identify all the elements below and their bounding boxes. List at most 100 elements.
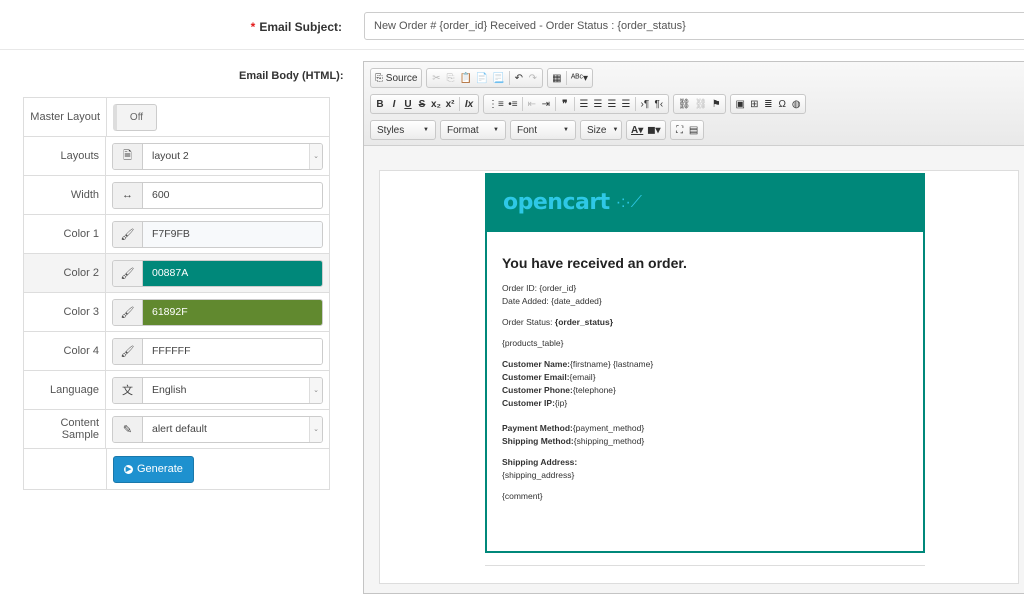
color1-value[interactable]: F7F9FB [143,221,322,247]
products-table-placeholder: {products_table} [502,338,564,348]
date-added-label: Date Added: [502,296,552,306]
width-value[interactable]: 600 [143,183,322,208]
indent-icon[interactable]: ⇥ [539,96,553,112]
customer-email-value: {email} [569,372,596,382]
undo-icon[interactable]: ↶ [512,70,526,86]
align-center-icon[interactable]: ☰ [591,96,605,112]
paste-icon[interactable]: 📋 [457,70,473,86]
payment-method-value: {payment_method} [572,423,645,433]
color2-input[interactable]: 🖌 00887A [112,259,323,287]
bg-color-icon[interactable]: ◼▾ [645,122,662,138]
bulleted-list-icon[interactable]: •≡ [506,96,520,112]
superscript-icon[interactable]: x² [443,96,457,112]
language-value: English [152,384,187,396]
text-color-icon[interactable]: A▾ [629,122,645,138]
outdent-icon[interactable]: ⇤ [525,96,539,112]
divider [485,565,925,566]
shipping-method-value: {shipping_method} [573,436,645,446]
language-select[interactable]: 文 English ⌄ [112,376,323,404]
copy-icon[interactable]: ⎘ [443,70,457,86]
styles-dropdown[interactable]: Styles ▼ [370,120,436,140]
content-sample-label: Content Sample [24,410,106,448]
width-input[interactable]: ↔ 600 [112,181,323,209]
bold-icon[interactable]: B [373,96,387,112]
content-sample-select[interactable]: ✎ alert default ⌄ [112,415,323,443]
brush-icon: 🖌 [113,299,143,325]
unlink-icon[interactable]: ⛓ [693,96,710,112]
paste-word-icon[interactable]: 📃 [490,70,506,86]
font-label: Font [517,124,538,136]
font-dropdown[interactable]: Font ▼ [510,120,576,140]
chevron-down-icon: ⌄ [313,152,319,160]
underline-icon[interactable]: U [401,96,415,112]
size-dropdown[interactable]: Size ▼ [580,120,622,140]
email-preview: opencart ·:·⟋ You have received an order… [485,173,925,553]
chevron-down-icon: ▼ [423,127,429,133]
chevron-down-icon: ▼ [563,127,569,133]
subscript-icon[interactable]: x₂ [429,96,443,112]
master-layout-toggle[interactable]: Off [113,103,157,131]
blockquote-icon[interactable]: ❞ [558,96,572,112]
align-right-icon[interactable]: ☰ [605,96,619,112]
color2-row: Color 2 🖌 00887A [24,254,329,293]
color4-value[interactable]: FFFFFF [143,338,322,364]
width-label: Width [24,176,106,214]
spellcheck-icon[interactable]: ᴬᴮᶜ▾ [569,70,590,86]
redo-icon[interactable]: ↷ [526,70,540,86]
numbered-list-icon[interactable]: ⋮≡ [486,96,506,112]
generate-button[interactable]: ▶ Generate [113,455,194,483]
editor-canvas[interactable]: opencart ·:·⟋ You have received an order… [379,170,1019,584]
content-sample-value: alert default [152,423,207,435]
iframe-icon[interactable]: ◍ [789,96,803,112]
strikethrough-icon[interactable]: S [415,96,429,112]
email-subject-input[interactable] [364,12,1024,40]
remove-format-icon[interactable]: Ix [462,96,476,112]
chevron-down-icon: ▼ [612,127,619,133]
color2-label: Color 2 [24,254,106,292]
ltr-icon[interactable]: ›¶ [638,96,652,112]
maximize-icon[interactable]: ⛶ [673,122,687,138]
width-row: Width ↔ 600 [24,176,329,215]
source-button[interactable]: ⎘ Source [373,70,419,86]
order-id-value: {order_id} [539,283,577,293]
order-status-value: {order_status} [554,317,614,327]
cut-icon[interactable]: ✂ [429,70,443,86]
required-mark: * [250,20,256,34]
special-char-icon[interactable]: Ω [775,96,789,112]
email-subject-label: * Email Subject: [251,20,342,34]
color2-value[interactable]: 00887A [143,260,322,286]
table-icon[interactable]: ⊞ [747,96,761,112]
chevron-down-icon: ▼ [493,127,499,133]
link-icon[interactable]: ⛓ [676,96,693,112]
italic-icon[interactable]: I [387,96,401,112]
color1-label: Color 1 [24,215,106,253]
chevron-down-icon: ⌄ [313,386,319,394]
cart-icon: ·:·⟋ [615,193,643,211]
find-icon[interactable]: ▦ [550,70,564,86]
color1-row: Color 1 🖌 F7F9FB [24,215,329,254]
format-dropdown[interactable]: Format ▼ [440,120,506,140]
brush-icon: 🖌 [113,338,143,364]
payment-method-label: Payment Method: [502,423,573,433]
show-blocks-icon[interactable]: ▤ [687,122,701,138]
paste-text-icon[interactable]: 📄 [474,70,490,86]
date-added-value: {date_added} [551,296,602,306]
color3-input[interactable]: 🖌 61892F [112,298,323,326]
rtl-icon[interactable]: ¶‹ [652,96,666,112]
color1-input[interactable]: 🖌 F7F9FB [112,220,323,248]
image-icon[interactable]: ▣ [733,96,747,112]
editor-toolbar: ⎘ Source ✂ ⎘ 📋 📄 📃 ↶ ↷ ▦ ᴬᴮᶜ▾ B I U S x₂… [364,62,1024,146]
layouts-select[interactable]: 🗎 layout 2 ⌄ [112,142,323,170]
horizontal-line-icon[interactable]: ≣ [761,96,775,112]
align-left-icon[interactable]: ☰ [577,96,591,112]
align-justify-icon[interactable]: ☰ [619,96,633,112]
play-circle-icon: ▶ [124,464,133,474]
color4-input[interactable]: 🖌 FFFFFF [112,337,323,365]
color3-row: Color 3 🖌 61892F [24,293,329,332]
color3-value[interactable]: 61892F [143,299,322,325]
shipping-address-label: Shipping Address: [502,457,578,467]
anchor-icon[interactable]: ⚑ [709,96,723,112]
generate-label: Generate [137,463,183,475]
source-label: Source [385,72,418,84]
order-id-label: Order ID: [502,283,540,293]
